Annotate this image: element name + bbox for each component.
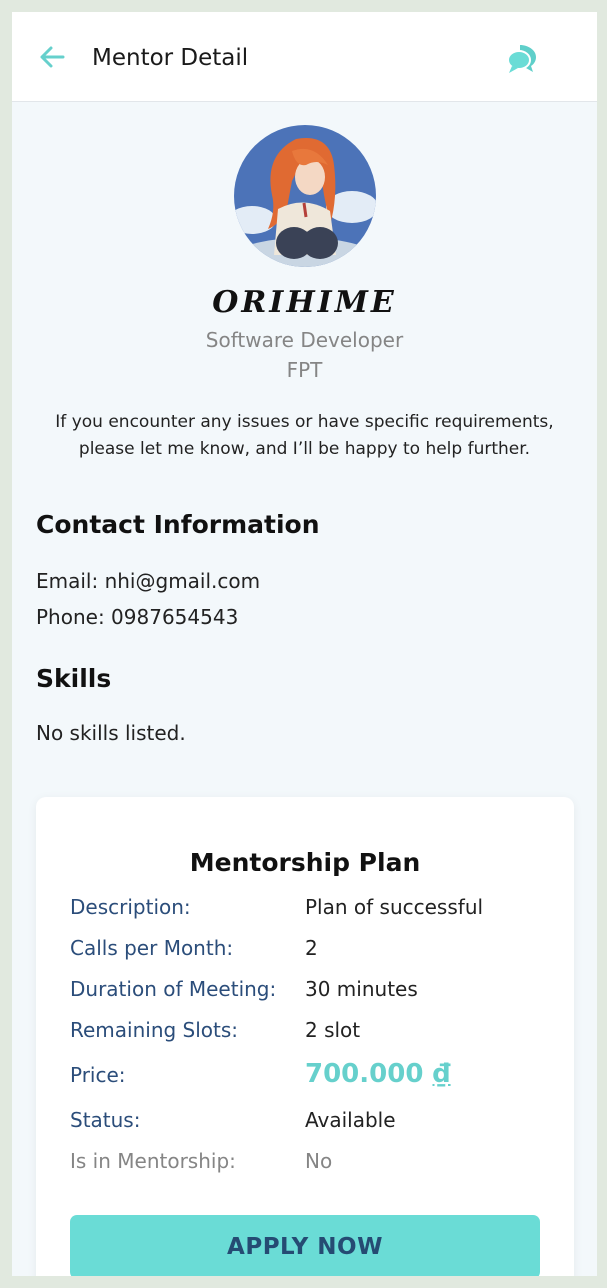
price-amount: 700.000 xyxy=(305,1059,424,1089)
mentor-role: Software Developer xyxy=(205,328,404,352)
page-title: Mentor Detail xyxy=(92,45,249,71)
plan-title: Mentorship Plan xyxy=(189,848,421,877)
plan-slots-value: 2 slot xyxy=(305,1018,361,1042)
plan-mentorship-value: No xyxy=(305,1149,333,1173)
plan-calls-value: 2 xyxy=(305,936,318,960)
contact-heading: Contact Information xyxy=(36,510,320,539)
app-frame: Mentor Detail ORIHIME Software Developer… xyxy=(12,12,597,1276)
plan-price-value: 700.000 ₫ xyxy=(305,1057,451,1091)
plan-description-value: Plan of successful xyxy=(305,895,484,919)
mentor-name: ORIHIME xyxy=(212,285,397,320)
chat-bubbles-icon[interactable] xyxy=(506,42,540,76)
mentor-intro: If you encounter any issues or have spec… xyxy=(55,412,554,459)
plan-slots-label: Remaining Slots: xyxy=(70,1018,239,1042)
avatar-illustration xyxy=(234,125,376,267)
contact-phone: Phone: 0987654543 xyxy=(36,605,239,629)
skills-empty: No skills listed. xyxy=(36,721,186,745)
plan-mentorship-label: Is in Mentorship: xyxy=(70,1149,236,1173)
mentor-company: FPT xyxy=(286,358,323,382)
app-header: Mentor Detail xyxy=(12,12,597,102)
plan-price-label: Price: xyxy=(70,1063,126,1087)
plan-status-label: Status: xyxy=(70,1108,141,1132)
apply-now-button[interactable]: APPLY NOW xyxy=(70,1215,540,1276)
contact-email: Email: nhi@gmail.com xyxy=(36,569,261,593)
avatar xyxy=(234,125,376,267)
plan-description-label: Description: xyxy=(70,895,191,919)
mentorship-plan-card: Mentorship Plan Description: Plan of suc… xyxy=(36,797,574,1276)
plan-calls-label: Calls per Month: xyxy=(70,936,234,960)
plan-status-value: Available xyxy=(305,1108,396,1132)
plan-duration-label: Duration of Meeting: xyxy=(70,977,277,1001)
arrow-left-icon[interactable] xyxy=(38,43,66,71)
skills-heading: Skills xyxy=(36,664,112,693)
price-currency: ₫ xyxy=(432,1059,451,1089)
plan-duration-value: 30 minutes xyxy=(305,977,418,1001)
